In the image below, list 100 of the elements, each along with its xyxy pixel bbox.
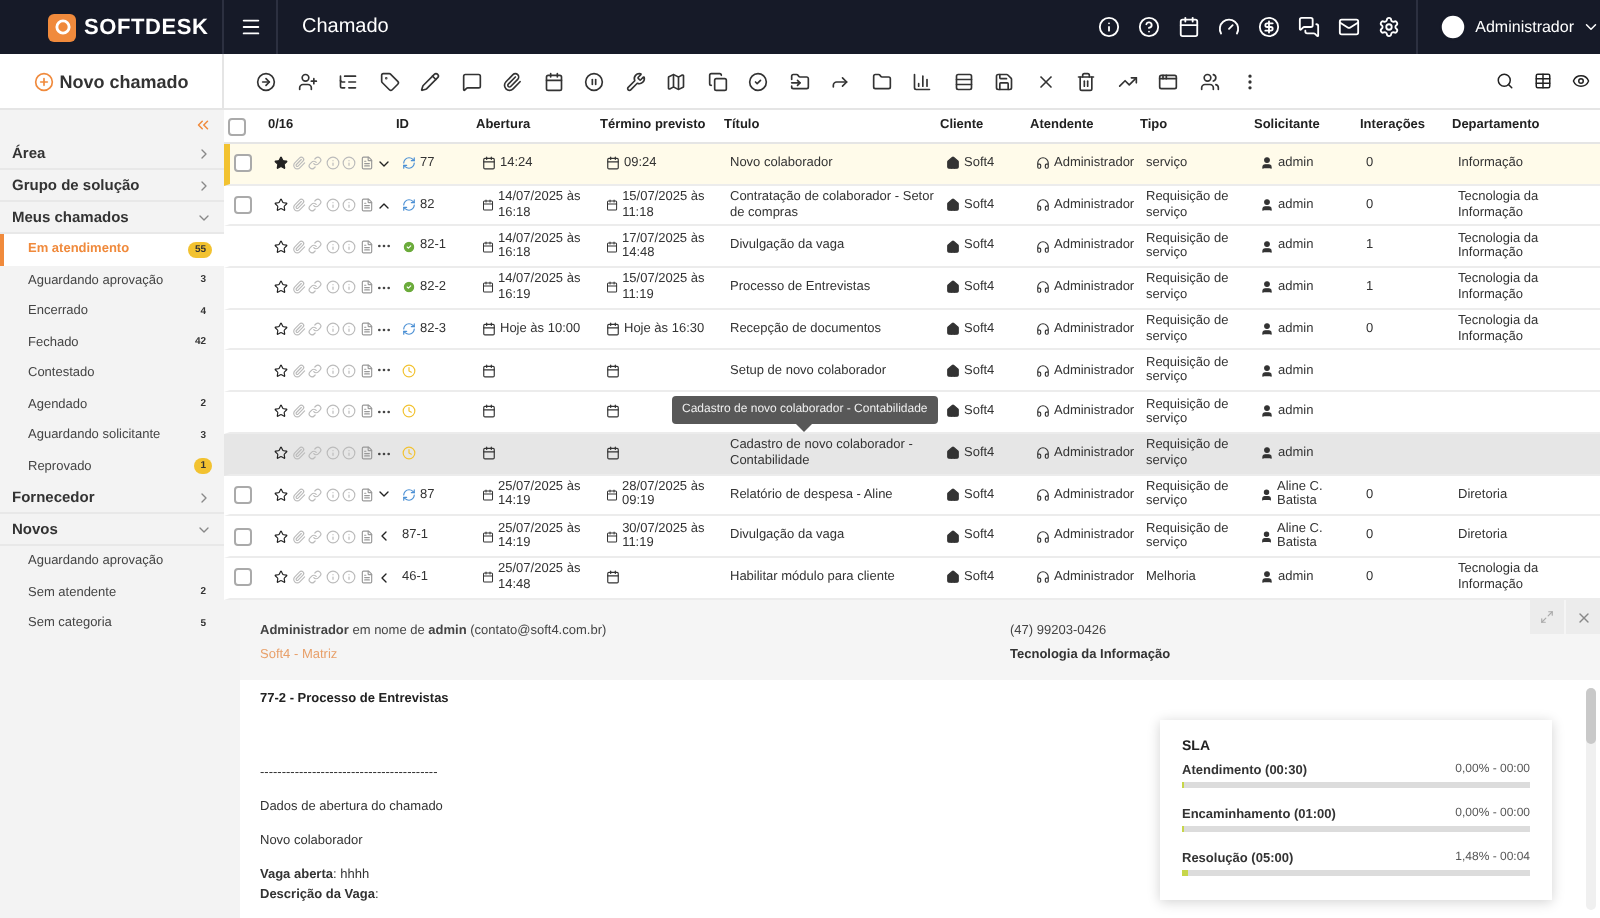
trend-icon[interactable] xyxy=(1117,71,1137,91)
headphones-icon xyxy=(1036,239,1050,254)
map-icon[interactable] xyxy=(666,71,686,91)
gauge-icon[interactable] xyxy=(1217,16,1240,38)
info-icon[interactable] xyxy=(1097,16,1120,38)
select-all-checkbox[interactable] xyxy=(228,117,246,135)
star-icon[interactable] xyxy=(274,404,288,419)
avatar-icon xyxy=(1437,12,1468,42)
info-icon xyxy=(342,198,356,213)
arrow-circle-icon[interactable] xyxy=(256,71,276,91)
calendar-icon xyxy=(606,570,620,585)
row-checkbox[interactable] xyxy=(234,568,252,587)
info-icon xyxy=(342,529,356,544)
mail-icon[interactable] xyxy=(1337,16,1360,38)
chat-icon[interactable] xyxy=(1297,16,1320,38)
info-icon xyxy=(342,446,356,461)
info-icon xyxy=(325,322,339,337)
info-icon xyxy=(342,322,356,337)
pencil-icon[interactable] xyxy=(420,71,440,91)
check-circle-icon[interactable] xyxy=(748,71,768,91)
calendar-icon xyxy=(482,198,495,213)
list-tree-icon[interactable] xyxy=(338,71,358,91)
wrench-icon[interactable] xyxy=(625,71,645,91)
headphones-icon xyxy=(1036,570,1050,585)
star-icon[interactable] xyxy=(274,156,288,171)
row-checkbox[interactable] xyxy=(234,196,252,215)
table-icon[interactable] xyxy=(1534,72,1552,90)
calendar-icon xyxy=(606,156,620,171)
star-icon[interactable] xyxy=(274,363,288,378)
star-icon[interactable] xyxy=(274,322,288,337)
users-icon[interactable] xyxy=(1199,71,1219,91)
chevron-left-icon[interactable] xyxy=(376,569,392,586)
info-icon xyxy=(325,404,339,419)
copy-icon[interactable] xyxy=(707,71,727,91)
calendar-icon xyxy=(606,404,620,419)
window-icon[interactable] xyxy=(1158,71,1178,91)
user-icon xyxy=(1260,404,1274,419)
paperclip-icon xyxy=(291,363,305,378)
link-icon xyxy=(308,280,322,295)
dollar-icon[interactable] xyxy=(1257,16,1280,38)
info-icon xyxy=(325,156,339,171)
save-icon[interactable] xyxy=(994,71,1014,91)
house-icon xyxy=(946,239,960,254)
house-icon xyxy=(946,198,960,213)
calendar-icon xyxy=(482,570,495,585)
headphones-icon xyxy=(1036,322,1050,337)
star-icon[interactable] xyxy=(274,198,288,213)
user-plus-icon[interactable] xyxy=(297,71,317,91)
calendar-icon xyxy=(482,280,495,295)
star-icon[interactable] xyxy=(274,570,288,585)
paperclip-icon xyxy=(291,404,305,419)
scrollbar[interactable] xyxy=(1586,688,1596,910)
calendar-icon xyxy=(606,487,619,502)
paperclip-icon xyxy=(291,446,305,461)
info-icon xyxy=(325,570,339,585)
calendar-icon xyxy=(482,363,496,378)
expand-icon xyxy=(1540,610,1554,624)
star-icon[interactable] xyxy=(274,446,288,461)
star-icon[interactable] xyxy=(274,487,288,502)
link-icon xyxy=(308,529,322,544)
folder-icon[interactable] xyxy=(871,71,891,91)
star-icon[interactable] xyxy=(274,529,288,544)
folder-input-icon[interactable] xyxy=(789,71,809,91)
comment-icon[interactable] xyxy=(461,71,481,91)
help-icon[interactable] xyxy=(1137,16,1160,38)
chevron-left-icon[interactable] xyxy=(376,528,392,545)
close-icon xyxy=(1575,609,1591,625)
paperclip-icon xyxy=(291,487,305,502)
row-checkbox[interactable] xyxy=(234,527,252,546)
calendar-icon xyxy=(482,446,496,461)
star-icon[interactable] xyxy=(274,239,288,254)
user-icon xyxy=(1260,529,1274,544)
forward-icon[interactable] xyxy=(830,71,850,91)
row-checkbox[interactable] xyxy=(234,154,252,173)
tag-icon[interactable] xyxy=(379,71,399,91)
search-icon[interactable] xyxy=(1496,72,1514,90)
pause-icon[interactable] xyxy=(584,71,604,91)
calendar-icon xyxy=(606,280,619,295)
document-icon xyxy=(359,156,373,171)
trash-icon[interactable] xyxy=(1076,71,1096,91)
rows-icon[interactable] xyxy=(953,71,973,91)
paperclip-icon[interactable] xyxy=(502,71,522,91)
calendar-icon xyxy=(482,156,496,171)
row-checkbox[interactable] xyxy=(234,485,252,504)
user-icon xyxy=(1260,280,1274,295)
star-icon[interactable] xyxy=(274,280,288,295)
headphones-icon xyxy=(1036,529,1050,544)
calendar-icon xyxy=(606,198,619,213)
calendar-icon[interactable] xyxy=(543,71,563,91)
paperclip-icon xyxy=(291,239,305,254)
document-icon xyxy=(359,404,373,419)
house-icon xyxy=(946,570,960,585)
house-icon xyxy=(946,446,960,461)
settings-icon[interactable] xyxy=(1377,16,1400,38)
eye-icon[interactable] xyxy=(1572,72,1590,90)
link-icon xyxy=(308,198,322,213)
headphones-icon xyxy=(1036,404,1050,419)
close-icon[interactable] xyxy=(1035,71,1055,91)
house-icon xyxy=(946,156,960,171)
bar-chart-icon[interactable] xyxy=(912,71,932,91)
